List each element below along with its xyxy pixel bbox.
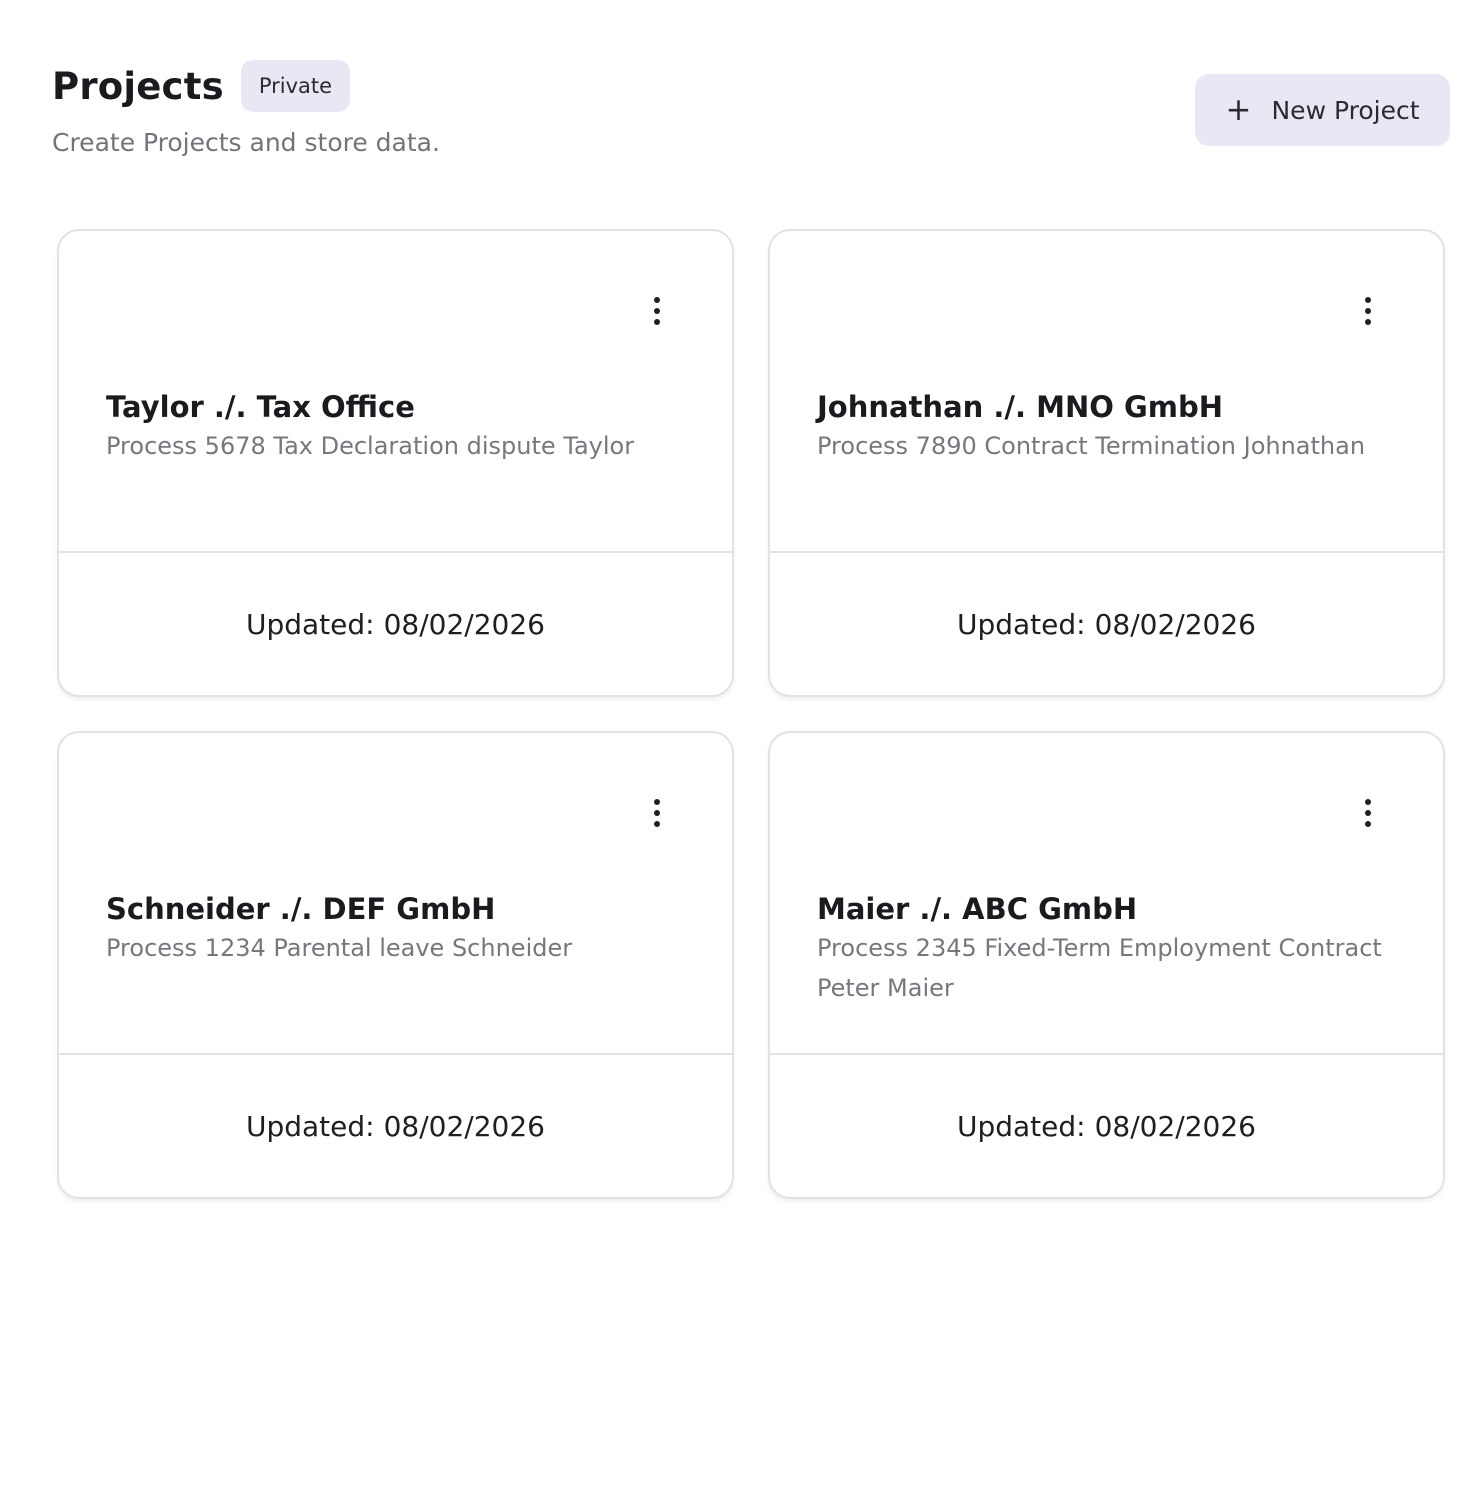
project-grid: Taylor ./. Tax Office Process 5678 Tax D…	[57, 229, 1445, 1199]
project-updated: Updated: 08/02/2026	[770, 553, 1443, 695]
visibility-badge: Private	[240, 60, 351, 112]
project-title: Johnathan ./. MNO GmbH	[817, 390, 1224, 424]
project-card-body: Schneider ./. DEF GmbH Process 1234 Pare…	[106, 891, 692, 968]
more-vertical-icon[interactable]	[642, 793, 672, 833]
more-vertical-icon[interactable]	[1353, 793, 1383, 833]
updated-date: 08/02/2026	[1094, 607, 1256, 641]
project-description: Process 5678 Tax Declaration dispute Tay…	[106, 432, 635, 460]
project-card[interactable]: Schneider ./. DEF GmbH Process 1234 Pare…	[57, 731, 734, 1199]
updated-label: Updated:	[245, 1109, 375, 1143]
project-updated: Updated: 08/02/2026	[59, 553, 732, 695]
project-card-body: Johnathan ./. MNO GmbH Process 7890 Cont…	[817, 389, 1403, 466]
title-row: Projects Private	[52, 60, 440, 112]
more-vertical-icon[interactable]	[642, 291, 672, 331]
updated-label: Updated:	[956, 1109, 1086, 1143]
updated-date: 08/02/2026	[1094, 1109, 1256, 1143]
project-card[interactable]: Taylor ./. Tax Office Process 5678 Tax D…	[57, 229, 734, 697]
page-subtitle: Create Projects and store data.	[52, 128, 440, 157]
updated-date: 08/02/2026	[383, 607, 545, 641]
more-vertical-icon[interactable]	[1353, 291, 1383, 331]
project-card-body: Maier ./. ABC GmbH Process 2345 Fixed-Te…	[817, 891, 1403, 1008]
new-project-button[interactable]: + New Project	[1195, 74, 1450, 146]
project-updated: Updated: 08/02/2026	[59, 1055, 732, 1197]
page-header: Projects Private Create Projects and sto…	[52, 60, 440, 157]
updated-label: Updated:	[245, 607, 375, 641]
page-title: Projects	[52, 64, 224, 108]
updated-label: Updated:	[956, 607, 1086, 641]
project-card[interactable]: Johnathan ./. MNO GmbH Process 7890 Cont…	[768, 229, 1445, 697]
project-title: Taylor ./. Tax Office	[106, 390, 415, 424]
project-description: Process 7890 Contract Termination Johnat…	[817, 432, 1366, 460]
project-description: Process 2345 Fixed-Term Employment Contr…	[817, 934, 1382, 1002]
project-updated: Updated: 08/02/2026	[770, 1055, 1443, 1197]
projects-page: Projects Private Create Projects and sto…	[0, 0, 1484, 1494]
project-title: Maier ./. ABC GmbH	[817, 892, 1138, 926]
project-card-body: Taylor ./. Tax Office Process 5678 Tax D…	[106, 389, 692, 466]
plus-icon: +	[1225, 91, 1252, 128]
project-title: Schneider ./. DEF GmbH	[106, 892, 496, 926]
new-project-label: New Project	[1271, 95, 1420, 125]
project-card[interactable]: Maier ./. ABC GmbH Process 2345 Fixed-Te…	[768, 731, 1445, 1199]
updated-date: 08/02/2026	[383, 1109, 545, 1143]
project-description: Process 1234 Parental leave Schneider	[106, 934, 573, 962]
